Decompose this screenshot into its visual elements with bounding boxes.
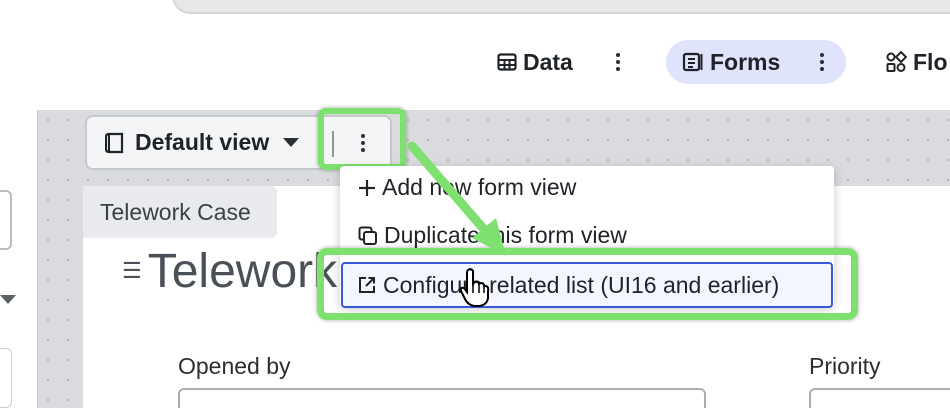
form-title-text: Telework Case xyxy=(147,244,343,298)
view-selector[interactable]: Default view xyxy=(85,115,322,170)
tab-data-label: Data xyxy=(523,48,573,75)
form-icon xyxy=(682,51,704,73)
tab-data[interactable]: Data xyxy=(497,40,573,84)
highlight-options-button xyxy=(318,108,406,170)
builder-tab-bar: Data Forms Flo xyxy=(0,40,950,84)
tab-forms-label: Forms xyxy=(710,48,781,75)
highlight-configure-item xyxy=(317,248,858,320)
form-table-tag: Telework Case xyxy=(83,186,277,238)
tab-flows-label: Flo xyxy=(913,48,948,75)
menu-item-duplicate-view[interactable]: Duplicate this form view xyxy=(358,222,627,249)
hand-cursor-icon xyxy=(458,268,490,313)
view-selector-label: Default view xyxy=(135,129,270,155)
top-search-bar[interactable] xyxy=(172,0,950,14)
tab-flows[interactable]: Flo xyxy=(885,40,948,84)
priority-label: Priority xyxy=(809,353,881,379)
caret-down-icon[interactable] xyxy=(0,295,16,304)
menu-item-add-view[interactable]: Add new form view xyxy=(358,174,576,201)
menu-item-label: Add new form view xyxy=(382,174,577,200)
menu-item-label: Duplicate this form view xyxy=(384,222,627,248)
opened-by-label: Opened by xyxy=(178,353,291,379)
left-panel-field-2[interactable] xyxy=(0,348,12,408)
forms-more-icon[interactable] xyxy=(813,48,831,76)
data-more-icon[interactable] xyxy=(609,48,627,76)
notebook-icon xyxy=(105,132,125,154)
left-panel-field[interactable] xyxy=(0,190,12,250)
table-icon xyxy=(497,52,517,72)
copy-icon xyxy=(358,226,378,246)
drag-handle-icon[interactable]: ☰ xyxy=(122,258,142,284)
priority-field[interactable] xyxy=(809,388,950,408)
plus-icon xyxy=(358,179,376,197)
flow-icon xyxy=(885,51,907,73)
chevron-down-icon xyxy=(283,138,300,147)
form-title: ☰ Telework Case xyxy=(122,240,343,302)
opened-by-field[interactable] xyxy=(178,388,706,408)
